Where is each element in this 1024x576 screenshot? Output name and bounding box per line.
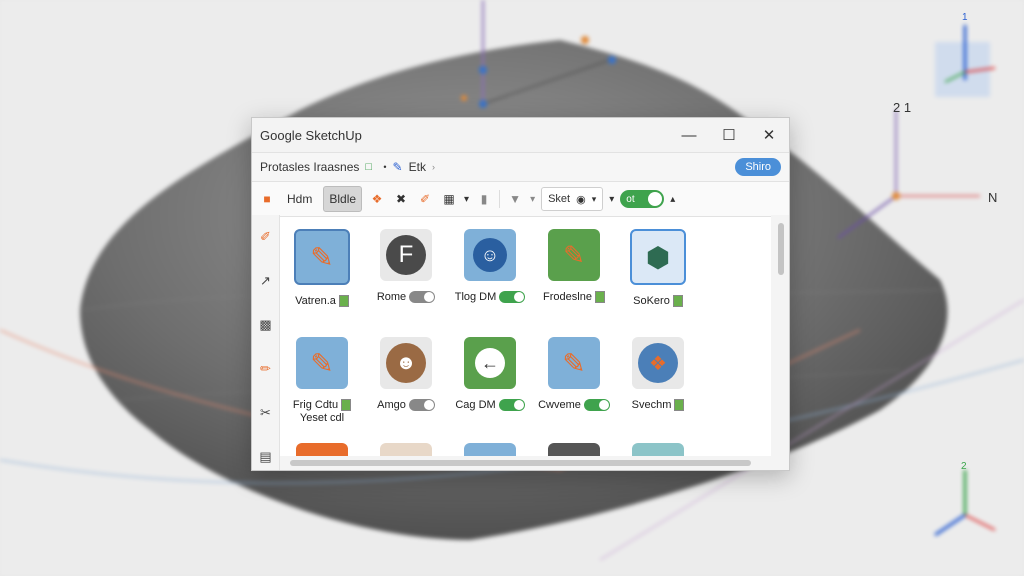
extension-card[interactable]: ✎ Frig Cdtu Yeset cdl xyxy=(282,337,362,424)
extension-label: Cag DM xyxy=(450,399,530,411)
extension-pencil-icon: ✎ xyxy=(548,337,600,389)
extension-label: Cwveme xyxy=(534,399,614,411)
axis-label: 2 1 xyxy=(893,100,912,115)
horizontal-scrollbar[interactable] xyxy=(280,456,771,470)
sidebar-brush-icon[interactable]: ✏ xyxy=(252,347,279,391)
sidebar-scissor-icon[interactable]: ✂ xyxy=(252,391,279,435)
scrollbar-thumb[interactable] xyxy=(778,223,784,275)
badge-icon xyxy=(338,295,349,307)
extension-label: Vatren.a xyxy=(282,295,362,307)
chevron-up-icon[interactable]: ▴ xyxy=(670,194,675,205)
chevron-down-icon[interactable]: ▾ xyxy=(530,194,535,205)
extension-card[interactable]: ⬢ SoKero xyxy=(618,229,698,307)
menu-item-main[interactable]: Protasles Iraasnes xyxy=(260,160,359,174)
drop-icon: ◉ xyxy=(576,193,586,206)
extension-gear-icon: ❖ xyxy=(632,337,684,389)
badge-icon xyxy=(341,399,352,411)
chevron-down-icon: ▾ xyxy=(591,193,597,204)
extension-label: Amgo xyxy=(366,399,446,411)
toolbar-tab-home[interactable]: Hdm xyxy=(282,187,317,211)
paint-icon[interactable]: ✐ xyxy=(416,190,434,208)
vertical-scrollbar[interactable] xyxy=(771,215,789,470)
window-title: Google SketchUp xyxy=(260,127,362,143)
extension-card[interactable]: ☺ Tlog DM xyxy=(450,229,530,303)
extension-face-icon: ☻ xyxy=(380,337,432,389)
sketch-select[interactable]: Sket ◉ ▾ xyxy=(541,187,604,211)
close-button[interactable]: ✕ xyxy=(749,118,789,152)
extension-card[interactable]: ❖ Svechm xyxy=(618,337,698,411)
pen-icon[interactable]: ✎ xyxy=(393,160,403,174)
extension-manager-window: Google SketchUp — ☐ ✕ Protasles Iraasnes… xyxy=(251,117,790,471)
extension-label: Frig Cdtu xyxy=(282,399,362,411)
sidebar-stamp-icon[interactable]: ▩ xyxy=(252,303,279,347)
content-area: ✐ ↗ ▩ ✏ ✂ ▤ ✎ Vatren.a F Rome ☺ Tlog DM … xyxy=(252,215,789,470)
layout-icon[interactable]: ▦ xyxy=(440,190,458,208)
sidebar-line-icon[interactable]: ↗ xyxy=(252,259,279,303)
extension-card[interactable]: F Rome xyxy=(366,229,446,303)
axis-label: 1 xyxy=(962,12,968,23)
axis-label: N xyxy=(988,190,998,205)
extension-card[interactable]: ✎ Cwveme xyxy=(534,337,614,411)
folder-icon[interactable]: □ xyxy=(365,161,377,173)
chevron-down-icon[interactable]: ▾ xyxy=(464,194,469,205)
mode-toggle[interactable]: ot xyxy=(620,190,665,208)
toggle-label: ot xyxy=(626,193,635,205)
chevron-down-icon[interactable]: › xyxy=(432,162,435,172)
sidebar-pencil-icon[interactable]: ✐ xyxy=(252,215,279,259)
separator xyxy=(499,190,501,208)
extension-label: Tlog DM xyxy=(450,291,530,303)
extension-f-icon: F xyxy=(380,229,432,281)
menu-item-edit[interactable]: Etk xyxy=(409,160,426,174)
tool-icon[interactable]: ❖ xyxy=(368,190,386,208)
extension-pencil-icon: ✎ xyxy=(296,337,348,389)
extension-toggle[interactable] xyxy=(498,399,525,411)
extension-grid: ✎ Vatren.a F Rome ☺ Tlog DM ✎ Frodeslne … xyxy=(280,215,771,470)
extension-toggle[interactable] xyxy=(408,399,435,411)
extension-label: SoKero xyxy=(618,295,698,307)
extension-toggle[interactable] xyxy=(409,291,436,303)
extension-toggle[interactable] xyxy=(499,291,526,303)
scrollbar-thumb[interactable] xyxy=(290,460,751,466)
select-label: Sket xyxy=(548,193,571,205)
filter-icon[interactable]: ▼ xyxy=(506,190,524,208)
badge-icon xyxy=(594,291,605,303)
extension-toggle[interactable] xyxy=(583,399,610,411)
extension-arrow-icon: ← xyxy=(464,337,516,389)
extension-chat-icon: ☺ xyxy=(464,229,516,281)
sidebar: ✐ ↗ ▩ ✏ ✂ ▤ xyxy=(252,215,280,470)
maximize-button[interactable]: ☐ xyxy=(709,118,749,152)
extension-icon[interactable]: ■ xyxy=(258,190,276,208)
badge-icon xyxy=(672,295,683,307)
chevron-down-icon[interactable]: • xyxy=(383,162,386,172)
title-bar: Google SketchUp — ☐ ✕ xyxy=(252,118,789,153)
extension-label: Frodeslne xyxy=(534,291,614,303)
minimize-button[interactable]: — xyxy=(669,118,709,152)
axis-label: 2 xyxy=(961,461,967,472)
extension-card[interactable]: ✎ Vatren.a xyxy=(282,229,362,307)
toolbar-tab-bundle[interactable]: Bldle xyxy=(323,186,363,212)
cross-tool-icon[interactable]: ✖ xyxy=(392,190,410,208)
extension-card[interactable]: ✎ Frodeslne xyxy=(534,229,614,303)
extension-card[interactable]: ☻ Amgo xyxy=(366,337,446,411)
extension-label: Svechm xyxy=(618,399,698,411)
sidebar-doc-icon[interactable]: ▤ xyxy=(252,435,279,479)
badge-icon xyxy=(674,399,685,411)
toolbar: ■ Hdm Bldle ❖ ✖ ✐ ▦ ▾ ▮ ▼ ▾ Sket ◉ ▾ ▾ o… xyxy=(252,182,789,217)
share-button[interactable]: Shiro xyxy=(735,158,781,176)
extension-card[interactable]: ← Cag DM xyxy=(450,337,530,411)
extension-cube-icon: ⬢ xyxy=(630,229,686,285)
extension-label: Rome xyxy=(366,291,446,303)
chart-icon[interactable]: ▮ xyxy=(475,190,493,208)
extension-sublabel: Yeset cdl xyxy=(299,412,345,424)
menu-bar: Protasles Iraasnes □ • ✎ Etk › Shiro xyxy=(252,153,789,182)
extension-pencil-icon: ✎ xyxy=(294,229,350,285)
chevron-down-icon[interactable]: ▾ xyxy=(609,194,614,205)
extension-hand-icon: ✎ xyxy=(548,229,600,281)
